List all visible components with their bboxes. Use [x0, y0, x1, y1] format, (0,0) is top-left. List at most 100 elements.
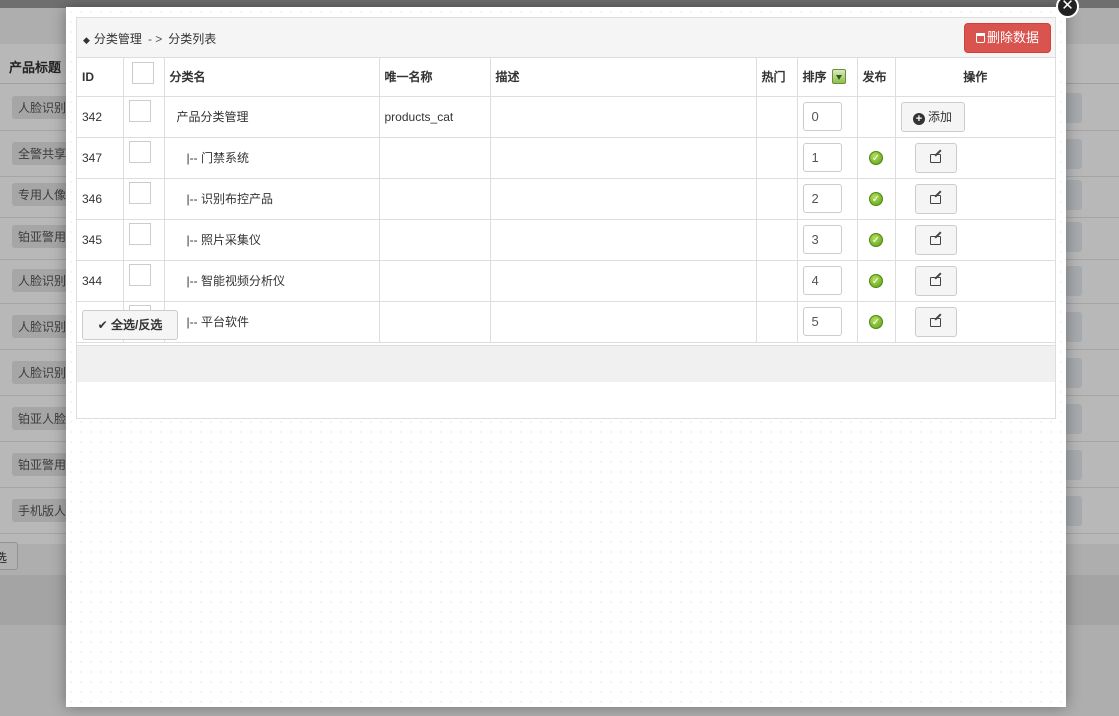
edit-icon: [930, 276, 941, 286]
breadcrumb-root[interactable]: 分类管理: [94, 32, 142, 46]
edit-button[interactable]: [914, 142, 957, 173]
published-check-icon[interactable]: ✓: [869, 151, 883, 165]
row-actions: [894, 259, 1055, 302]
row-description: [489, 218, 757, 261]
column-select: [122, 58, 165, 97]
row-actions: [894, 177, 1055, 220]
column-sort: 排序: [796, 58, 858, 97]
row-publish: ✓: [856, 259, 896, 302]
column-hot[interactable]: 热门: [755, 58, 798, 97]
table-row: 346 |-- 识别布控产品 ✓: [77, 177, 1055, 220]
row-sort-cell: [796, 259, 858, 302]
row-sort-cell: [796, 177, 858, 220]
row-description: [489, 136, 757, 179]
row-select-cell: [122, 95, 165, 138]
row-select-cell: [122, 136, 165, 179]
row-hot: [755, 95, 798, 138]
table-row: 347 |-- 门禁系统 ✓: [77, 136, 1055, 179]
breadcrumb-diamond-icon: ◆: [83, 35, 90, 45]
row-publish: ✓: [856, 136, 896, 179]
select-all-checkbox[interactable]: [131, 61, 154, 84]
save-sort-icon[interactable]: [831, 69, 846, 85]
plus-icon: +: [912, 112, 925, 125]
row-select-cell: [122, 218, 165, 261]
row-unique-name: products_cat: [378, 95, 491, 138]
row-checkbox[interactable]: [128, 140, 151, 163]
row-unique-name: [378, 259, 491, 302]
row-description: [489, 259, 757, 302]
row-checkbox[interactable]: [128, 181, 151, 204]
row-id: 342: [77, 95, 124, 138]
add-button-label: 添加: [927, 109, 952, 124]
row-hot: [755, 218, 798, 261]
column-id[interactable]: ID: [77, 58, 124, 97]
row-id: 346: [77, 177, 124, 220]
row-checkbox[interactable]: [128, 222, 151, 245]
published-check-icon[interactable]: ✓: [869, 192, 883, 206]
table-header-row: ID 分类名 唯一名称 描述 热门 排序 发布 操作: [77, 58, 1055, 97]
row-hot: [755, 259, 798, 302]
column-name[interactable]: 分类名: [163, 58, 380, 97]
row-hot: [755, 136, 798, 179]
row-name: |-- 智能视频分析仪: [163, 259, 380, 302]
checkmark-icon: ✔: [97, 318, 112, 332]
category-panel: ◆ 分类管理 - > 分类列表 删除数据 ID 分类名 唯一名称 描述 热门 排…: [76, 17, 1056, 419]
column-unique-name[interactable]: 唯一名称: [378, 58, 491, 97]
sort-input[interactable]: [802, 102, 842, 131]
breadcrumb-current: 分类列表: [168, 32, 217, 46]
row-publish: [856, 95, 896, 138]
row-name: 产品分类管理: [163, 95, 380, 138]
row-id: 347: [77, 136, 124, 179]
table-row: 344 |-- 智能视频分析仪 ✓: [77, 259, 1055, 302]
row-description: [489, 95, 757, 138]
row-select-cell: [122, 259, 165, 302]
breadcrumb-separator: - >: [147, 32, 163, 46]
sort-input[interactable]: [802, 184, 842, 213]
row-actions: + 添加: [894, 95, 1055, 138]
row-description: [489, 177, 757, 220]
row-unique-name: [378, 136, 491, 179]
column-sort-label: 排序: [802, 70, 827, 85]
published-check-icon[interactable]: ✓: [869, 274, 883, 288]
row-publish: ✓: [856, 177, 896, 220]
row-name: |-- 识别布控产品: [163, 177, 380, 220]
row-unique-name: [378, 177, 491, 220]
sort-input[interactable]: [802, 143, 842, 172]
row-id: 344: [77, 259, 124, 302]
column-actions: 操作: [894, 58, 1055, 97]
edit-button[interactable]: [914, 183, 957, 214]
row-name: |-- 照片采集仪: [163, 218, 380, 261]
row-sort-cell: [796, 136, 858, 179]
panel-footer: [77, 345, 1055, 382]
table-row: 342 产品分类管理 products_cat +添加: [77, 95, 1055, 138]
trash-icon: [975, 33, 985, 43]
row-checkbox[interactable]: [128, 263, 151, 286]
select-all-label: 全选/反选: [111, 318, 163, 332]
column-description: 描述: [489, 58, 757, 97]
row-name: |-- 门禁系统: [163, 136, 380, 179]
row-checkbox[interactable]: [128, 99, 151, 122]
row-select-cell: [122, 177, 165, 220]
column-publish[interactable]: 发布: [856, 58, 896, 97]
published-check-icon[interactable]: ✓: [869, 233, 883, 247]
edit-icon: [930, 153, 941, 163]
row-hot: [755, 177, 798, 220]
table-actions-row: ✔ 全选/反选: [77, 304, 1055, 345]
category-list-modal: ◆ 分类管理 - > 分类列表 删除数据 ID 分类名 唯一名称 描述 热门 排…: [66, 7, 1066, 707]
breadcrumb: ◆ 分类管理 - > 分类列表: [83, 30, 216, 47]
panel-header: ◆ 分类管理 - > 分类列表 删除数据: [77, 18, 1055, 58]
delete-data-button[interactable]: 删除数据: [964, 23, 1051, 53]
edit-button[interactable]: [914, 265, 957, 296]
select-all-button[interactable]: ✔ 全选/反选: [82, 310, 178, 340]
sort-input[interactable]: [802, 266, 842, 295]
sort-input[interactable]: [802, 225, 842, 254]
row-sort-cell: [796, 95, 858, 138]
row-publish: ✓: [856, 218, 896, 261]
table-row: 345 |-- 照片采集仪 ✓: [77, 218, 1055, 261]
edit-button[interactable]: [914, 224, 957, 255]
row-sort-cell: [796, 218, 858, 261]
row-unique-name: [378, 218, 491, 261]
row-actions: [894, 218, 1055, 261]
add-button[interactable]: + 添加: [900, 101, 965, 132]
edit-icon: [930, 194, 941, 204]
